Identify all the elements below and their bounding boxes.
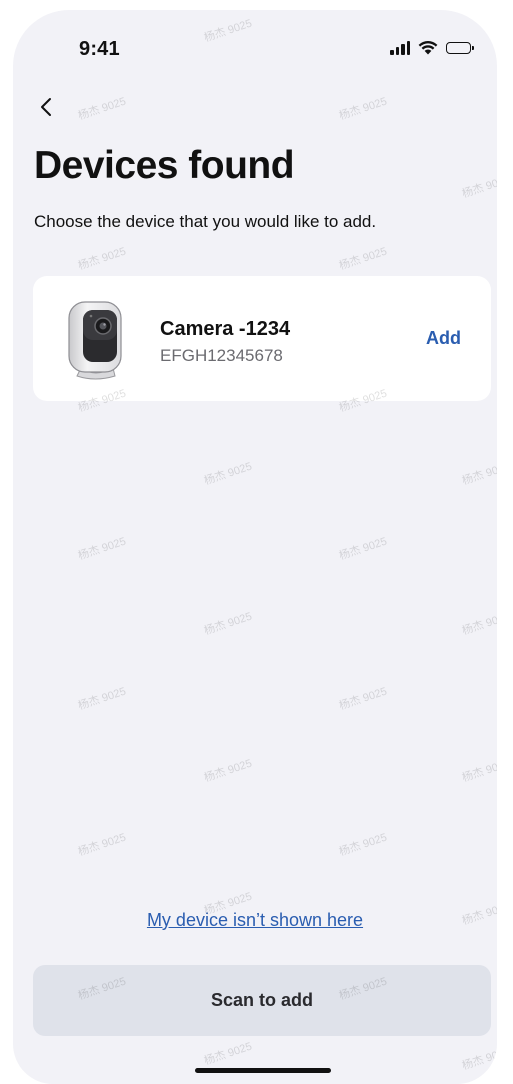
device-not-shown-link[interactable]: My device isn’t shown here <box>13 910 497 931</box>
device-name: Camera -1234 <box>160 318 291 340</box>
watermark: 杨杰 9025 <box>76 95 128 123</box>
watermark: 杨杰 9025 <box>337 535 389 563</box>
device-card[interactable]: Camera -1234 EFGH12345678 Add <box>33 276 491 401</box>
status-icons <box>390 40 474 55</box>
watermark: 杨杰 9025 <box>202 460 254 488</box>
phone-screen: 9:41 Devices found Choose the device tha… <box>13 10 497 1084</box>
add-device-button[interactable]: Add <box>426 328 461 349</box>
home-indicator <box>195 1068 331 1073</box>
status-time: 9:41 <box>79 38 120 60</box>
watermark: 杨杰 9025 <box>76 685 128 713</box>
device-serial: EFGH12345678 <box>160 346 283 365</box>
security-camera-icon <box>68 301 122 380</box>
chevron-left-icon <box>41 98 51 116</box>
watermark: 杨杰 9025 <box>337 831 389 859</box>
watermark: 杨杰 9025 <box>202 1040 254 1068</box>
watermark: 杨杰 9025 <box>460 1045 497 1073</box>
status-bar: 9:41 <box>13 10 497 80</box>
page-title: Devices found <box>34 144 295 187</box>
battery-icon <box>446 41 474 54</box>
watermark: 杨杰 9025 <box>202 610 254 638</box>
back-button[interactable] <box>31 92 61 122</box>
watermark: 杨杰 9025 <box>337 685 389 713</box>
watermark: 杨杰 9025 <box>76 535 128 563</box>
watermark: 杨杰 9025 <box>76 245 128 273</box>
wifi-icon <box>418 41 438 55</box>
watermark: 杨杰 9025 <box>460 173 497 201</box>
page-subtitle: Choose the device that you would like to… <box>34 212 377 231</box>
watermark: 杨杰 9025 <box>460 460 497 488</box>
watermark: 杨杰 9025 <box>460 757 497 785</box>
scan-to-add-button[interactable]: Scan to add <box>33 965 491 1036</box>
signal-icon <box>390 40 410 55</box>
watermark: 杨杰 9025 <box>460 610 497 638</box>
watermark: 杨杰 9025 <box>337 245 389 273</box>
watermark: 杨杰 9025 <box>202 757 254 785</box>
watermark: 杨杰 9025 <box>337 95 389 123</box>
watermark: 杨杰 9025 <box>76 831 128 859</box>
